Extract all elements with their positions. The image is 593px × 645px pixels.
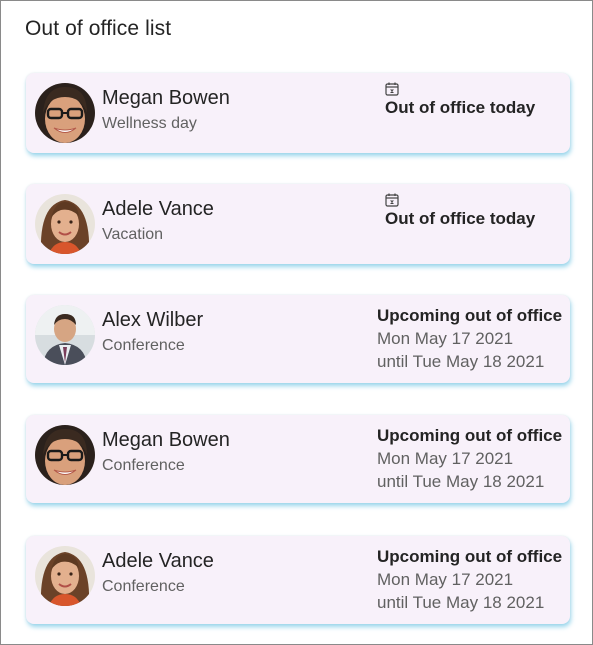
status-title: Upcoming out of office xyxy=(377,547,563,566)
calendar-icon xyxy=(385,82,399,96)
date-until: until Tue May 18 2021 xyxy=(377,472,545,491)
date-until: until Tue May 18 2021 xyxy=(377,352,545,371)
person-name: Adele Vance xyxy=(102,198,214,220)
status-title: Upcoming out of office xyxy=(377,306,563,325)
list-item[interactable]: Megan Bowen Conference Upcoming out of o… xyxy=(26,415,570,503)
absence-reason: Conference xyxy=(102,457,185,474)
list-item[interactable]: Adele Vance Vacation Out of office today xyxy=(26,184,570,264)
person-name: Adele Vance xyxy=(102,550,214,572)
date-from: Mon May 17 2021 xyxy=(377,570,514,589)
avatar-photo-adele xyxy=(35,194,95,254)
page-title: Out of office list xyxy=(25,17,172,40)
status-block: Upcoming out of office Mon May 17 2021 u… xyxy=(377,426,567,492)
absence-reason: Conference xyxy=(102,337,185,354)
status-block: Upcoming out of office Mon May 17 2021 u… xyxy=(377,306,567,372)
calendar-icon xyxy=(385,193,399,207)
status-block: Upcoming out of office Mon May 17 2021 u… xyxy=(377,547,567,613)
avatar-photo-megan xyxy=(35,425,95,485)
status-title: Out of office today xyxy=(385,209,536,228)
absence-reason: Conference xyxy=(102,578,185,595)
person-name: Alex Wilber xyxy=(102,309,204,331)
avatar xyxy=(35,546,95,606)
person-name: Megan Bowen xyxy=(102,87,230,109)
avatar xyxy=(35,305,95,365)
avatar-photo-megan xyxy=(35,83,95,143)
absence-reason: Vacation xyxy=(102,226,164,243)
absence-reason: Wellness day xyxy=(102,115,197,132)
date-until: until Tue May 18 2021 xyxy=(377,593,545,612)
avatar-photo-alex xyxy=(35,305,95,365)
list-item[interactable]: Megan Bowen Wellness day Out of office t… xyxy=(26,73,570,153)
status-block: Out of office today xyxy=(377,193,567,229)
avatar xyxy=(35,83,95,143)
out-of-office-panel: Out of office list Megan Bowen Wellness … xyxy=(0,0,593,645)
status-title: Upcoming out of office xyxy=(377,426,563,445)
avatar-photo-adele xyxy=(35,546,95,606)
date-from: Mon May 17 2021 xyxy=(377,329,514,348)
person-name: Megan Bowen xyxy=(102,429,230,451)
avatar xyxy=(35,425,95,485)
date-from: Mon May 17 2021 xyxy=(377,449,514,468)
avatar xyxy=(35,194,95,254)
status-title: Out of office today xyxy=(385,98,536,117)
list-item[interactable]: Alex Wilber Conference Upcoming out of o… xyxy=(26,295,570,383)
list-item[interactable]: Adele Vance Conference Upcoming out of o… xyxy=(26,536,570,624)
status-block: Out of office today xyxy=(377,82,567,118)
